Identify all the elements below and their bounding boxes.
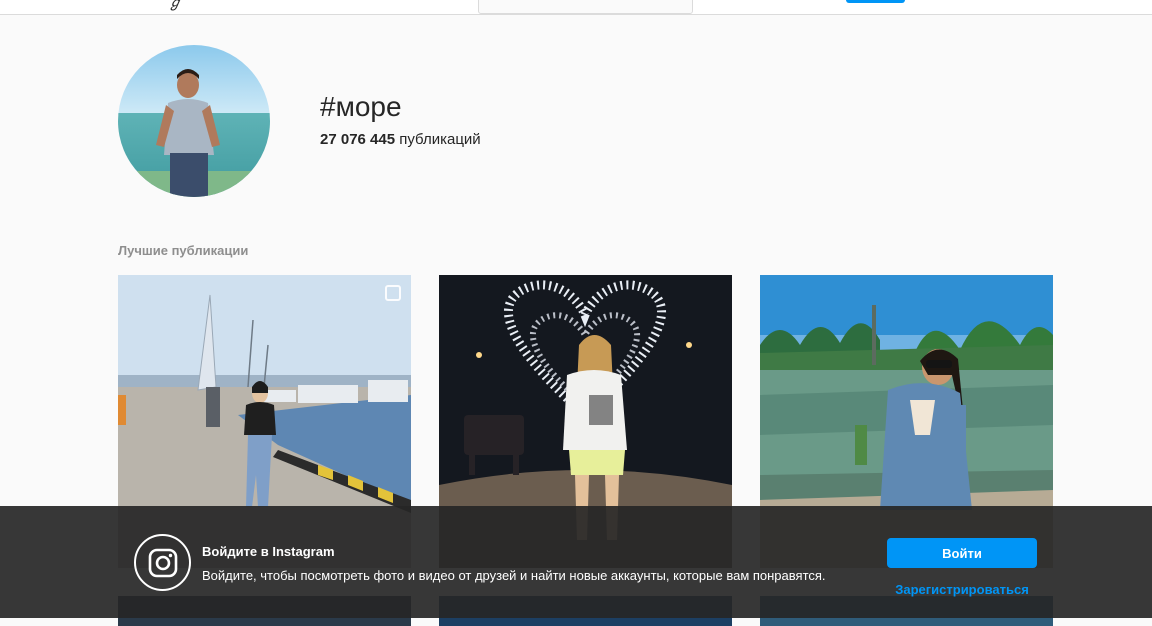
top-navigation-bar: ℊ (0, 0, 1152, 15)
hashtag-avatar (118, 45, 270, 197)
hashtag-header: #море 27 076 445 публикаций (118, 45, 1053, 197)
signup-link[interactable]: Зарегистрироваться (887, 582, 1037, 597)
login-prompt-banner: Войдите в Instagram Войдите, чтобы посмо… (0, 506, 1152, 618)
login-prompt-title: Войдите в Instagram (202, 544, 335, 559)
hashtag-post-count: 27 076 445 публикаций (320, 131, 481, 149)
post-count-label: публикаций (399, 131, 481, 148)
instagram-logo-icon (134, 534, 191, 591)
top-posts-heading: Лучшие публикации (118, 243, 249, 258)
login-prompt-text: Войдите, чтобы посмотреть фото и видео о… (202, 568, 826, 583)
hashtag-title: #море (320, 91, 402, 122)
top-login-button[interactable] (846, 0, 905, 3)
instagram-wordmark-logo[interactable]: ℊ (168, 0, 186, 11)
search-input[interactable] (478, 0, 693, 14)
post-count-number: 27 076 445 (320, 131, 396, 148)
multiple-photos-icon (385, 285, 401, 301)
login-button[interactable]: Войти (887, 538, 1037, 568)
